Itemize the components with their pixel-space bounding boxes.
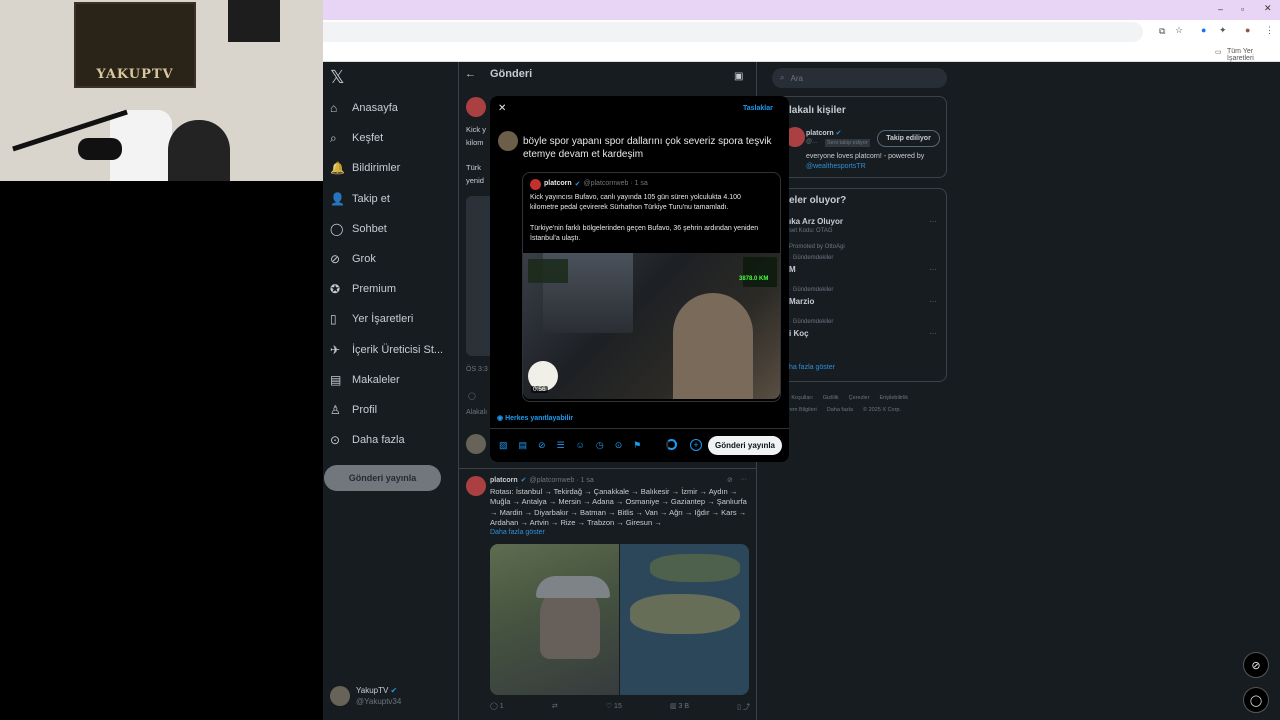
char-counter-icon [666, 439, 677, 450]
avatar [530, 179, 541, 190]
star-icon[interactable]: ☆ [1175, 25, 1183, 36]
quote-handle: @platcornweb · 1 sa [583, 180, 648, 187]
compose-toolbar: ▨ ▤ ⊘ ☰ ☺ ◷ ⊙ ⚑ [499, 440, 641, 451]
minimize-icon[interactable]: – [1218, 4, 1223, 14]
poster-logo-text: YAKUPTV [96, 67, 174, 82]
modal-backdrop[interactable] [323, 62, 1280, 720]
quote-video[interactable]: 3878.0 KM 0:56 [523, 253, 780, 399]
maximize-icon[interactable]: ▫ [1241, 4, 1244, 14]
kebab-menu-icon[interactable]: ⋮ [1265, 25, 1274, 36]
extension-icon[interactable]: ● [1201, 25, 1206, 35]
add-post-icon[interactable]: + [690, 439, 702, 451]
close-window-icon[interactable]: ✕ [1264, 3, 1272, 14]
emoji-icon[interactable]: ☺ [576, 440, 585, 451]
cyclist-figure [673, 293, 753, 399]
gif-icon[interactable]: ▤ [519, 440, 528, 451]
bookmarks-bar: ▭ Tüm Yer İşaretleri [323, 44, 1280, 62]
microphone [78, 138, 122, 160]
divider [490, 428, 789, 429]
overlay-panel [528, 259, 568, 283]
quote-header: platcorn ✔ @platcornweb · 1 sa [544, 180, 648, 188]
globe-icon: ◉ [497, 415, 504, 422]
distance-readout: 3878.0 KM [739, 276, 769, 282]
reply-setting[interactable]: ◉ Herkes yanıtlayabilir [497, 414, 573, 422]
close-icon[interactable]: ✕ [498, 103, 506, 114]
poster-small [228, 0, 280, 42]
overlay-panel [743, 257, 777, 287]
browser-titlebar: – ▫ ✕ [323, 0, 1280, 20]
reply-submit-button[interactable]: Gönderi yayınla [708, 436, 782, 455]
address-bar-row: ⧉ ☆ ● ✦ ● ⋮ [323, 20, 1280, 44]
address-bar[interactable] [323, 22, 1143, 42]
install-icon[interactable]: ⧉ [1159, 26, 1165, 37]
verified-icon: ✔ [574, 181, 581, 188]
folder-icon: ▭ [1215, 49, 1222, 56]
puzzle-icon[interactable]: ✦ [1219, 25, 1227, 36]
schedule-icon[interactable]: ◷ [596, 440, 604, 451]
grok-fab-icon[interactable]: ⊘ [1243, 652, 1269, 678]
quote-text: Türkiye'nin farklı bölgelerinden geçen B… [530, 225, 759, 243]
webcam-overlay: YAKUPTV [0, 0, 323, 181]
compose-textarea[interactable]: böyle spor yapanı spor dallarını çok sev… [523, 135, 781, 161]
grok-icon[interactable]: ⊘ [538, 440, 546, 451]
messages-fab-icon[interactable]: ◯ [1243, 687, 1269, 713]
poll-icon[interactable]: ☰ [557, 440, 565, 451]
profile-avatar-icon[interactable]: ● [1245, 25, 1250, 35]
quote-text: Kick yayıncısı Bufavo, canlı yayında 105… [530, 194, 741, 212]
avatar [498, 131, 518, 151]
quote-author: platcorn [544, 180, 572, 187]
flag-icon[interactable]: ⚑ [633, 440, 641, 451]
drafts-button[interactable]: Taslaklar [743, 105, 773, 112]
poster: YAKUPTV [74, 2, 196, 88]
location-icon[interactable]: ⊙ [615, 440, 623, 451]
all-bookmarks-link[interactable]: Tüm Yer İşaretleri [1227, 48, 1280, 62]
streamer [168, 120, 230, 181]
image-icon[interactable]: ▨ [499, 440, 508, 451]
video-duration: 0:56 [531, 386, 548, 393]
